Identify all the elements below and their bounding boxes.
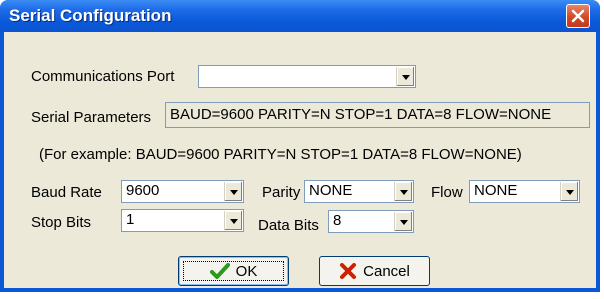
chevron-down-icon[interactable] (394, 182, 412, 201)
window-title: Serial Configuration (9, 6, 172, 25)
serial-params-field[interactable]: BAUD=9600 PARITY=N STOP=1 DATA=8 FLOW=NO… (165, 102, 590, 128)
parity-select[interactable]: NONE (304, 180, 414, 203)
data-bits-select[interactable]: 8 (328, 210, 414, 233)
data-bits-value: 8 (333, 212, 342, 229)
flow-value: NONE (474, 182, 518, 199)
dialog-body: Communications Port Serial Parameters BA… (4, 32, 596, 288)
chevron-down-icon[interactable] (394, 212, 412, 231)
comm-port-select[interactable] (198, 65, 416, 88)
comm-port-label: Communications Port (31, 68, 175, 85)
serial-params-value: BAUD=9600 PARITY=N STOP=1 DATA=8 FLOW=NO… (170, 106, 552, 123)
flow-select[interactable]: NONE (469, 180, 580, 203)
chevron-down-icon[interactable] (560, 182, 578, 201)
close-button[interactable] (566, 4, 590, 28)
baud-rate-select[interactable]: 9600 (121, 180, 244, 203)
chevron-down-icon[interactable] (224, 211, 242, 230)
data-bits-label: Data Bits (258, 217, 319, 234)
flow-label: Flow (431, 184, 463, 201)
title-bar[interactable]: Serial Configuration (0, 0, 600, 32)
parity-value: NONE (309, 182, 353, 199)
chevron-down-icon[interactable] (224, 182, 242, 201)
x-icon (340, 263, 357, 279)
stop-bits-select[interactable]: 1 (121, 209, 244, 232)
close-icon (571, 9, 585, 23)
stop-bits-value: 1 (126, 211, 135, 228)
example-text: (For example: BAUD=9600 PARITY=N STOP=1 … (39, 146, 522, 163)
parity-label: Parity (262, 184, 301, 201)
dialog-window: Serial Configuration Communications Port… (0, 0, 600, 292)
cancel-label: Cancel (363, 262, 410, 280)
stop-bits-label: Stop Bits (31, 214, 92, 231)
baud-rate-label: Baud Rate (31, 184, 102, 201)
cancel-button[interactable]: Cancel (319, 256, 430, 286)
ok-button[interactable]: OK (178, 256, 289, 286)
baud-rate-value: 9600 (126, 182, 160, 199)
chevron-down-icon[interactable] (396, 67, 414, 86)
focus-rectangle (183, 261, 284, 281)
serial-params-label: Serial Parameters (31, 109, 152, 126)
